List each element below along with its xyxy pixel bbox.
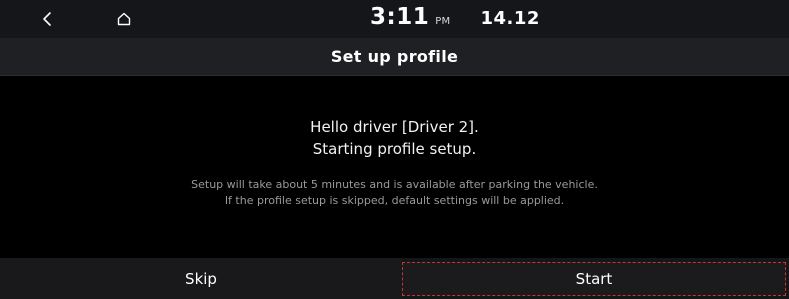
info-line-2: If the profile setup is skipped, default… bbox=[224, 194, 565, 207]
page-title: Set up profile bbox=[330, 47, 459, 66]
home-button[interactable] bbox=[112, 6, 136, 32]
clock-ampm: PM bbox=[435, 16, 451, 27]
title-bar: Set up profile bbox=[0, 38, 789, 76]
status-bar: 3:11 PM 14.12 bbox=[0, 0, 789, 38]
clock: 3:11 PM 14.12 bbox=[370, 4, 540, 36]
chevron-left-icon bbox=[43, 12, 51, 26]
profile-setup-screen: 3:11 PM 14.12 Set up profile Hello drive… bbox=[0, 0, 789, 299]
info-line-1: Setup will take about 5 minutes and is a… bbox=[191, 178, 598, 191]
start-button[interactable]: Start bbox=[402, 262, 786, 296]
greeting-message: Hello driver [Driver 2]. Starting profil… bbox=[0, 116, 789, 160]
back-button[interactable] bbox=[36, 6, 58, 32]
clock-time: 3:11 bbox=[370, 4, 430, 30]
greeting-line-1: Hello driver [Driver 2]. bbox=[310, 118, 479, 136]
skip-button[interactable]: Skip bbox=[0, 258, 402, 299]
clock-date: 14.12 bbox=[480, 8, 540, 29]
main-content: Hello driver [Driver 2]. Starting profil… bbox=[0, 76, 789, 258]
home-icon bbox=[117, 12, 131, 26]
info-message: Setup will take about 5 minutes and is a… bbox=[0, 177, 789, 209]
greeting-line-2: Starting profile setup. bbox=[312, 140, 477, 158]
